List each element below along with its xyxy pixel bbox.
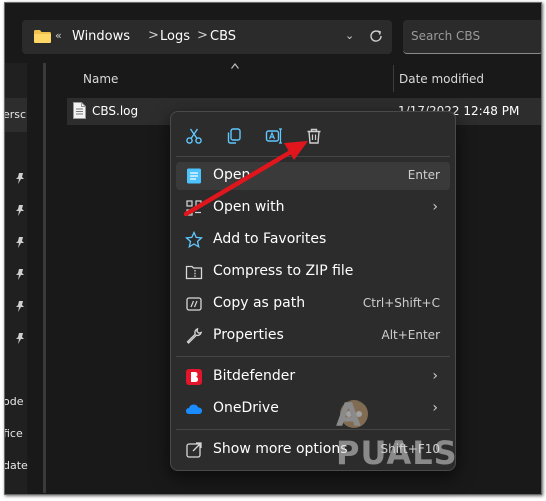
sidebar-item-label: ersc: [4, 108, 27, 121]
star-icon: [185, 231, 203, 249]
breadcrumb-windows[interactable]: Windows: [72, 29, 130, 44]
menu-item-bitdefender[interactable]: Bitdefender ›: [176, 363, 450, 391]
onedrive-cloud-icon: [186, 404, 202, 414]
menu-item-open-with[interactable]: Open with ›: [176, 194, 450, 222]
copy-icon: [227, 128, 241, 144]
menu-separator: [176, 356, 450, 357]
menu-item-label: Add to Favorites: [213, 231, 327, 247]
search-placeholder: Search CBS: [411, 29, 481, 43]
menu-item-open[interactable]: Open Enter: [176, 162, 450, 190]
menu-item-copy-as-path[interactable]: Copy as path Ctrl+Shift+C: [176, 290, 450, 318]
sidebar-item-label[interactable]: date: [5, 459, 28, 472]
menu-item-label: Compress to ZIP file: [213, 263, 354, 279]
refresh-icon[interactable]: [367, 27, 385, 45]
folder-icon: [34, 30, 51, 43]
breadcrumb-separator: >: [197, 28, 208, 43]
cut-icon: [186, 128, 202, 144]
menu-item-shortcut: Ctrl+Shift+C: [362, 296, 440, 310]
chevron-right-icon: ›: [432, 199, 438, 215]
external-open-icon: [186, 442, 202, 458]
pin-icon[interactable]: [14, 205, 26, 217]
pin-icon[interactable]: [14, 237, 26, 249]
chevron-right-icon: ›: [432, 368, 438, 384]
appuals-watermark: A PUALS: [306, 388, 476, 472]
cut-button[interactable]: [179, 124, 209, 148]
column-header-date-modified[interactable]: Date modified: [399, 72, 484, 86]
menu-item-shortcut: Alt+Enter: [381, 328, 440, 342]
sidebar-scrollbar[interactable]: [43, 63, 46, 493]
menu-item-label: Copy as path: [213, 295, 306, 311]
rename-icon: [265, 128, 282, 144]
overflow-chevron[interactable]: «: [55, 29, 62, 42]
breadcrumb-cbs[interactable]: CBS: [210, 29, 236, 44]
zip-folder-icon: [185, 265, 203, 280]
menu-item-compress-zip[interactable]: Compress to ZIP file: [176, 258, 450, 286]
column-header-name[interactable]: Name: [83, 72, 118, 86]
delete-icon: [307, 128, 321, 144]
column-divider[interactable]: [393, 65, 394, 92]
menu-item-add-to-favorites[interactable]: Add to Favorites: [176, 226, 450, 254]
menu-item-label: Bitdefender: [213, 368, 296, 384]
copy-button[interactable]: [219, 124, 249, 148]
menu-item-label: Open: [213, 167, 251, 183]
navigation-pane: ersc ode fice date: [5, 63, 28, 494]
bitdefender-icon: [186, 369, 202, 385]
menu-separator: [176, 156, 450, 157]
notepad-icon: [187, 168, 201, 184]
open-with-icon: [186, 200, 202, 216]
delete-button[interactable]: [299, 124, 329, 148]
sort-ascending-icon: [231, 63, 239, 69]
path-icon: [186, 297, 202, 311]
menu-item-label: Open with: [213, 199, 285, 215]
sidebar-item-label[interactable]: ode: [5, 395, 23, 408]
search-input[interactable]: Search CBS: [403, 20, 541, 54]
watermark-text: A PUALS: [336, 396, 458, 472]
menu-item-properties[interactable]: Properties Alt+Enter: [176, 322, 450, 350]
sidebar-item-label[interactable]: fice: [5, 427, 23, 440]
pin-icon[interactable]: [14, 173, 26, 185]
menu-item-label: Properties: [213, 327, 284, 343]
address-bar[interactable]: « Windows > Logs > CBS ⌄: [22, 20, 392, 54]
pin-icon[interactable]: [14, 333, 26, 345]
menu-item-shortcut: Enter: [407, 168, 440, 182]
sidebar-item-selected[interactable]: ersc: [5, 98, 27, 132]
menu-item-label: OneDrive: [213, 400, 279, 416]
file-name: CBS.log: [92, 104, 139, 118]
pin-icon[interactable]: [14, 301, 26, 313]
breadcrumb-logs[interactable]: Logs: [160, 29, 190, 44]
wrench-icon: [186, 327, 203, 344]
rename-button[interactable]: [259, 124, 289, 148]
pin-icon[interactable]: [14, 269, 26, 281]
address-dropdown-icon[interactable]: ⌄: [345, 29, 354, 42]
breadcrumb-separator: >: [148, 28, 159, 43]
text-file-icon: [73, 102, 86, 119]
